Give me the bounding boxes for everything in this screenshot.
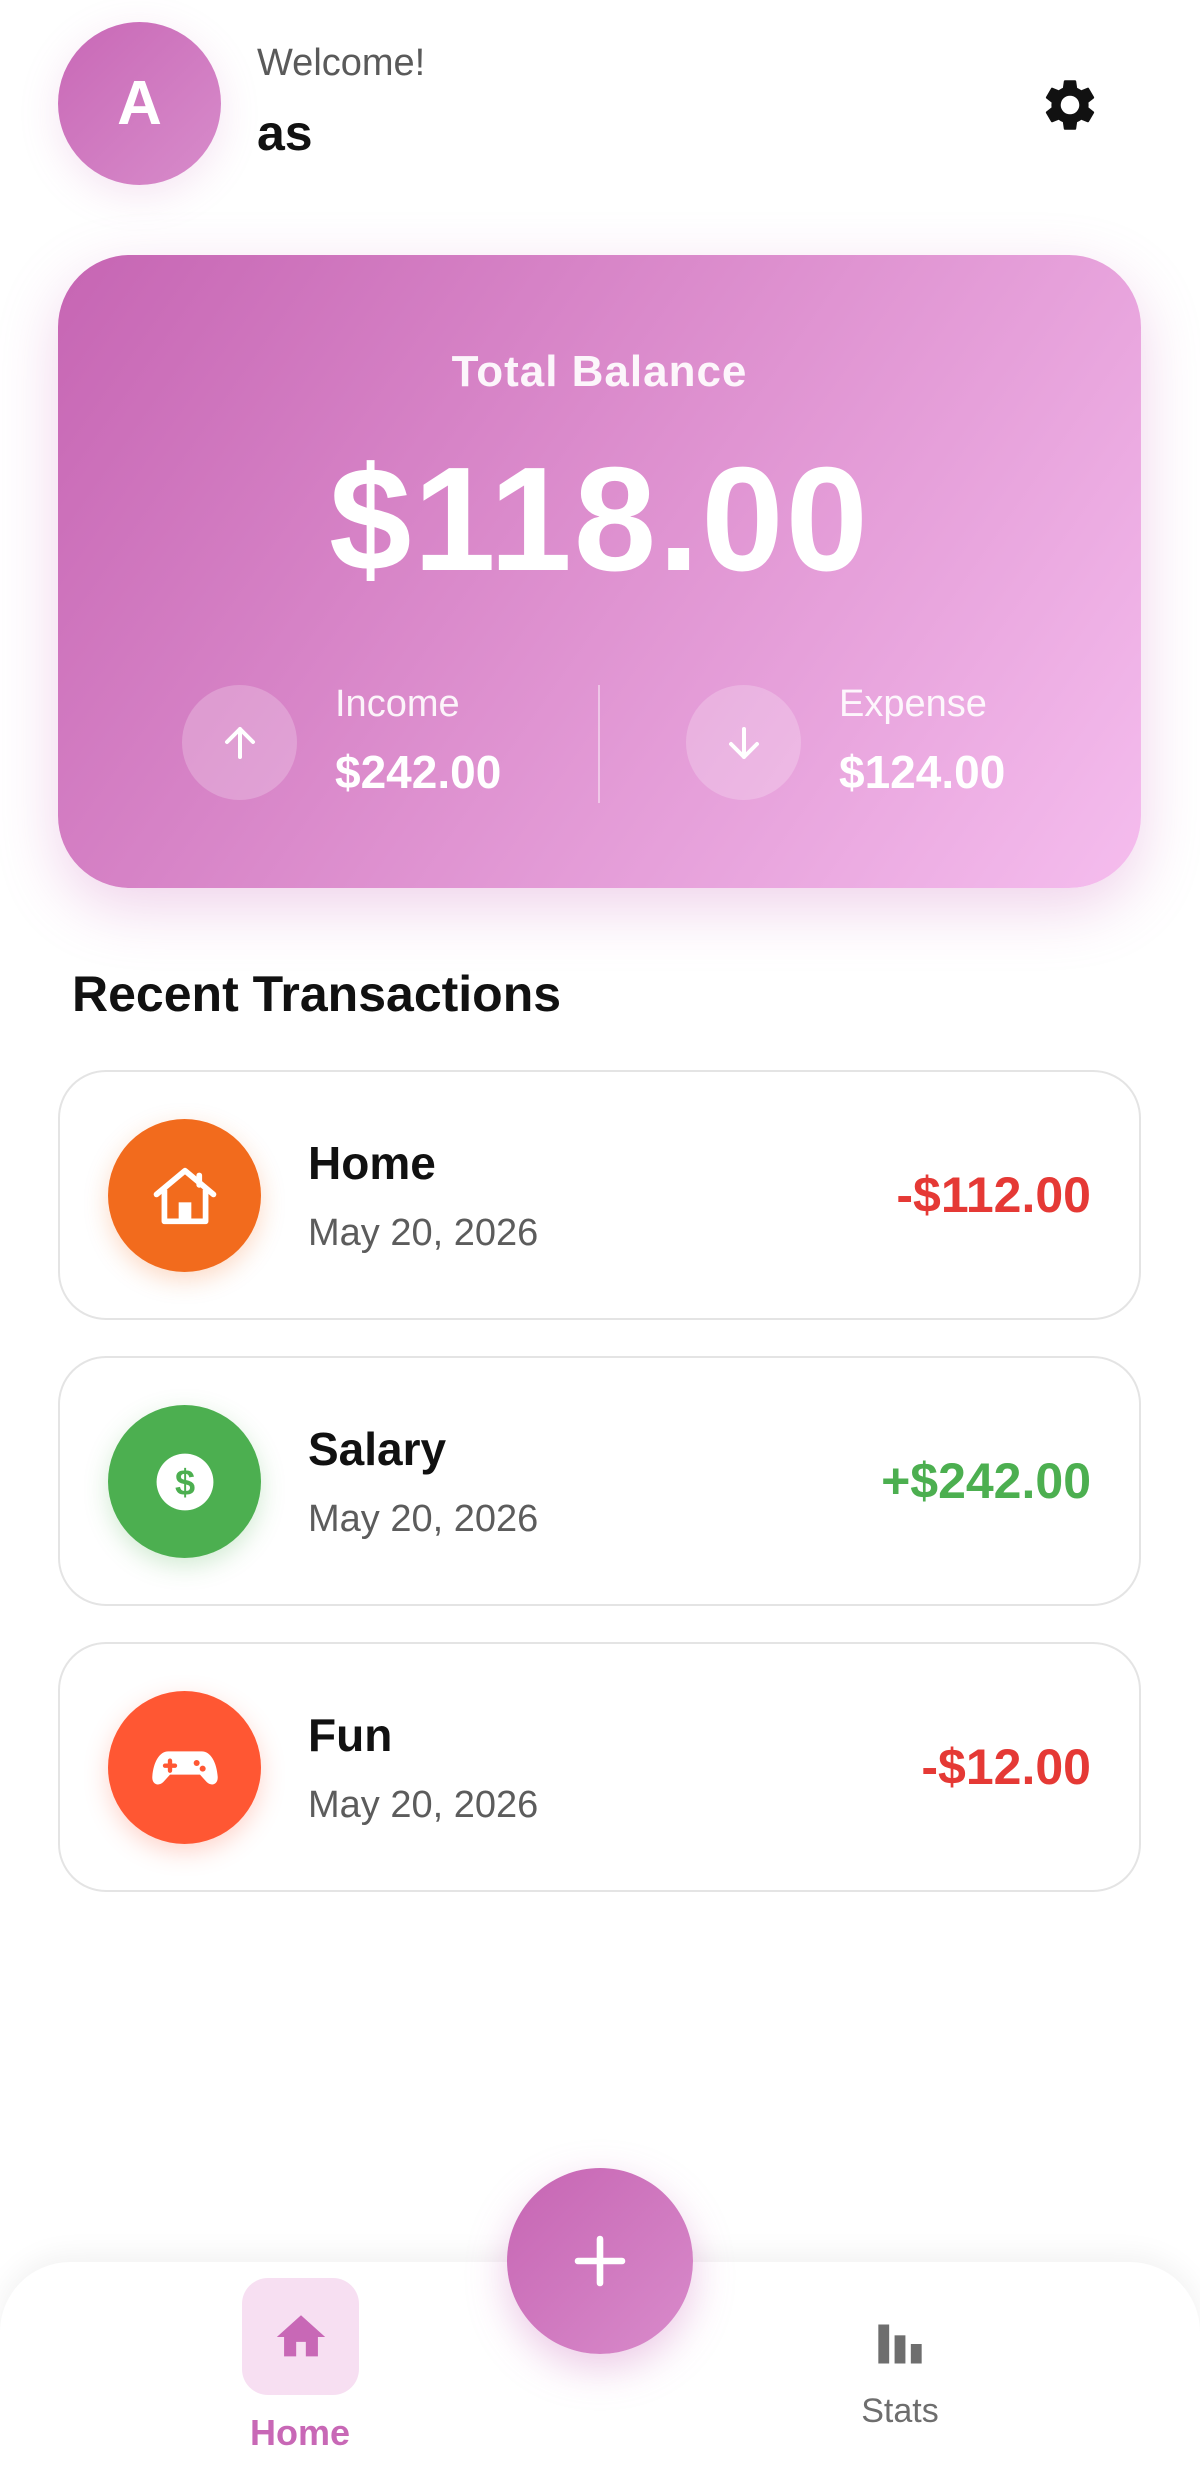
expense-label: Expense (839, 683, 987, 725)
balance-label: Total Balance (451, 347, 748, 396)
username: as (257, 105, 313, 161)
balance-amount: $118.00 (329, 437, 870, 602)
add-transaction-button[interactable] (507, 2168, 693, 2354)
card-divider (598, 685, 600, 803)
transaction-date: May 20, 2026 (308, 1498, 539, 1540)
house-icon (153, 1167, 216, 1224)
transaction-row[interactable]: Fun May 20, 2026 -$12.00 (58, 1642, 1141, 1892)
arrow-up-icon (224, 726, 255, 759)
home-icon (276, 2314, 325, 2356)
transaction-date: May 20, 2026 (308, 1784, 539, 1826)
transaction-row[interactable]: Home May 20, 2026 -$112.00 (58, 1070, 1141, 1320)
dollar-icon: $ (156, 1453, 213, 1510)
nav-stats-label[interactable]: Stats (800, 2392, 1000, 2431)
bar-chart-icon (878, 2324, 922, 2364)
transaction-amount: +$242.00 (881, 1453, 1091, 1509)
nav-home-label[interactable]: Home (200, 2412, 400, 2454)
gear-icon (1045, 80, 1095, 130)
svg-text:$: $ (174, 1461, 194, 1502)
transaction-icon-circle: $ (108, 1405, 261, 1558)
nav-home-button[interactable] (242, 2278, 359, 2395)
avatar[interactable]: A (58, 22, 221, 185)
transaction-name: Home (308, 1137, 436, 1189)
transaction-row[interactable]: $ Salary May 20, 2026 +$242.00 (58, 1356, 1141, 1606)
gamepad-icon (151, 1750, 218, 1784)
transaction-date: May 20, 2026 (308, 1212, 539, 1254)
transaction-amount: -$12.00 (921, 1739, 1091, 1795)
section-title: Recent Transactions (72, 966, 562, 1022)
transaction-icon-circle (108, 1691, 261, 1844)
balance-card: Total Balance $118.00 Income $242.00 Exp… (58, 255, 1141, 888)
transaction-amount: -$112.00 (896, 1167, 1091, 1223)
settings-button[interactable] (1035, 70, 1105, 140)
expense-value: $124.00 (839, 746, 1006, 798)
arrow-down-icon (728, 726, 759, 759)
avatar-initial: A (117, 69, 162, 138)
income-label: Income (335, 683, 460, 725)
transaction-name: Fun (308, 1709, 393, 1761)
transaction-icon-circle (108, 1119, 261, 1272)
welcome-text: Welcome! (257, 42, 426, 84)
income-value: $242.00 (335, 746, 502, 798)
income-indicator (182, 685, 297, 800)
home-screen: A Welcome! as Total Balance $118.00 Inco… (0, 0, 1200, 2473)
transaction-name: Salary (308, 1423, 447, 1475)
nav-stats-button[interactable] (860, 2304, 940, 2384)
plus-icon (574, 2235, 626, 2287)
expense-indicator (686, 685, 801, 800)
